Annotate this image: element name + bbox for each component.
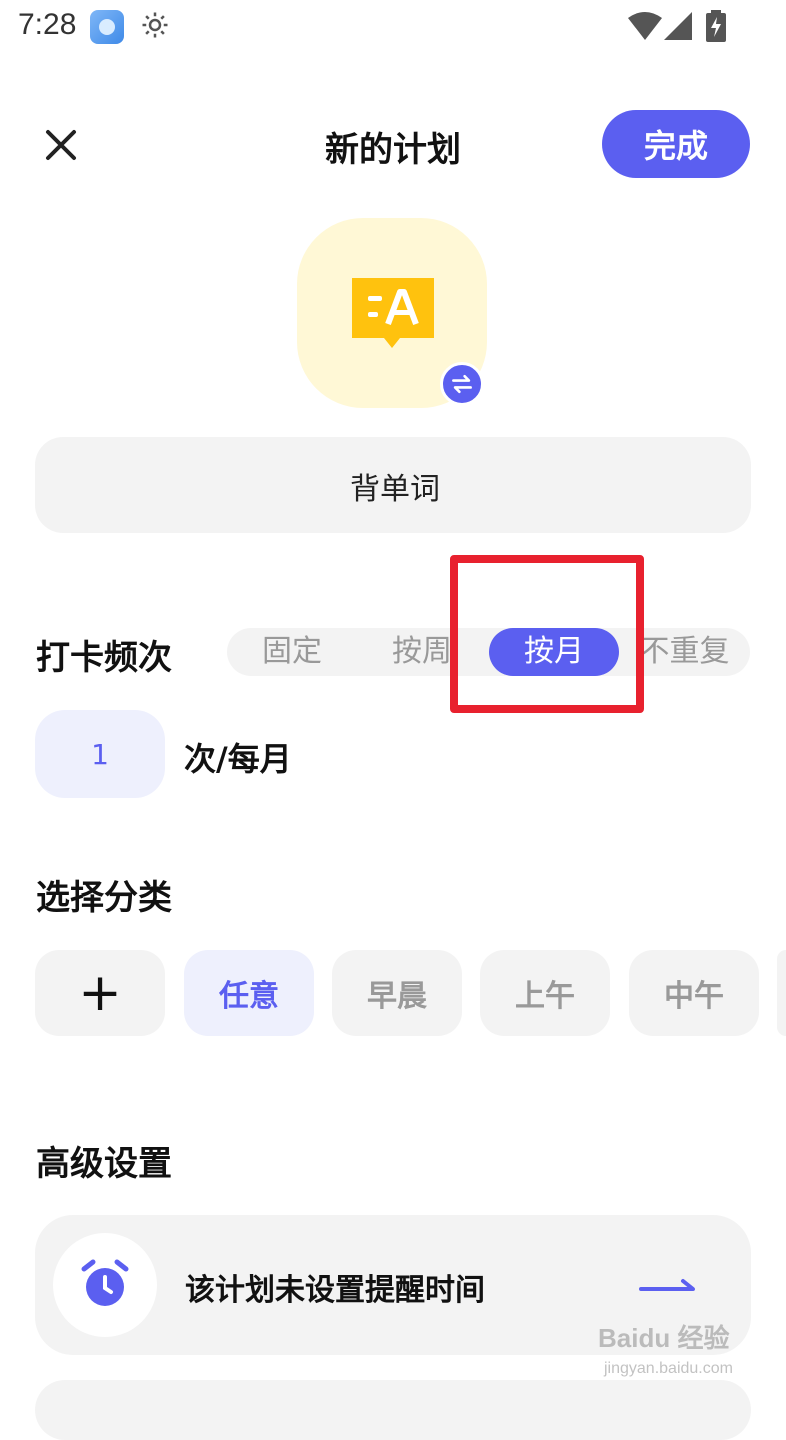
frequency-count-input[interactable]: 1 [35, 710, 165, 798]
alarm-icon-circle [53, 1233, 157, 1337]
frequency-option-weekly[interactable]: 按周 [357, 628, 487, 676]
done-button[interactable]: 完成 [602, 110, 750, 178]
plan-name-input[interactable] [35, 437, 755, 535]
frequency-option-monthly[interactable]: 按月 [489, 628, 619, 676]
category-chip-forenoon[interactable]: 上午 [480, 950, 610, 1036]
watermark-url: jingyan.baidu.com [604, 1360, 733, 1377]
add-category-button[interactable]: + [35, 950, 165, 1036]
wifi-icon [628, 12, 662, 40]
frequency-unit: 次/每月 [184, 740, 292, 778]
category-chip-partial[interactable] [777, 950, 786, 1036]
close-button[interactable] [40, 124, 82, 166]
status-time: 7:28 [18, 8, 77, 41]
swap-icon[interactable] [440, 362, 484, 406]
battery-charging-icon [706, 10, 726, 42]
translate-chat-icon [352, 278, 434, 348]
category-chip-any[interactable]: 任意 [184, 950, 314, 1036]
alarm-clock-icon [81, 1259, 129, 1306]
app-icon [90, 10, 124, 44]
frequency-label: 打卡频次 [36, 638, 172, 678]
category-label: 选择分类 [36, 878, 172, 918]
category-chip-morning[interactable]: 早晨 [332, 950, 462, 1036]
gear-icon [142, 12, 168, 38]
frequency-option-fixed[interactable]: 固定 [227, 628, 357, 676]
signal-icon [664, 12, 692, 40]
advanced-settings-label: 高级设置 [36, 1144, 172, 1184]
watermark: Baidu 经验 [598, 1323, 730, 1353]
frequency-option-once[interactable]: 不重复 [619, 628, 750, 676]
plus-icon: + [78, 963, 122, 1023]
reminder-status-text: 该计划未设置提醒时间 [185, 1273, 485, 1308]
frequency-segmented-control: 固定 按周 按月 不重复 [227, 628, 750, 676]
category-chip-noon[interactable]: 中午 [629, 950, 759, 1036]
arrow-right-icon [639, 1279, 695, 1291]
plan-name-field[interactable] [35, 437, 755, 535]
next-setting-row[interactable] [35, 1380, 751, 1440]
